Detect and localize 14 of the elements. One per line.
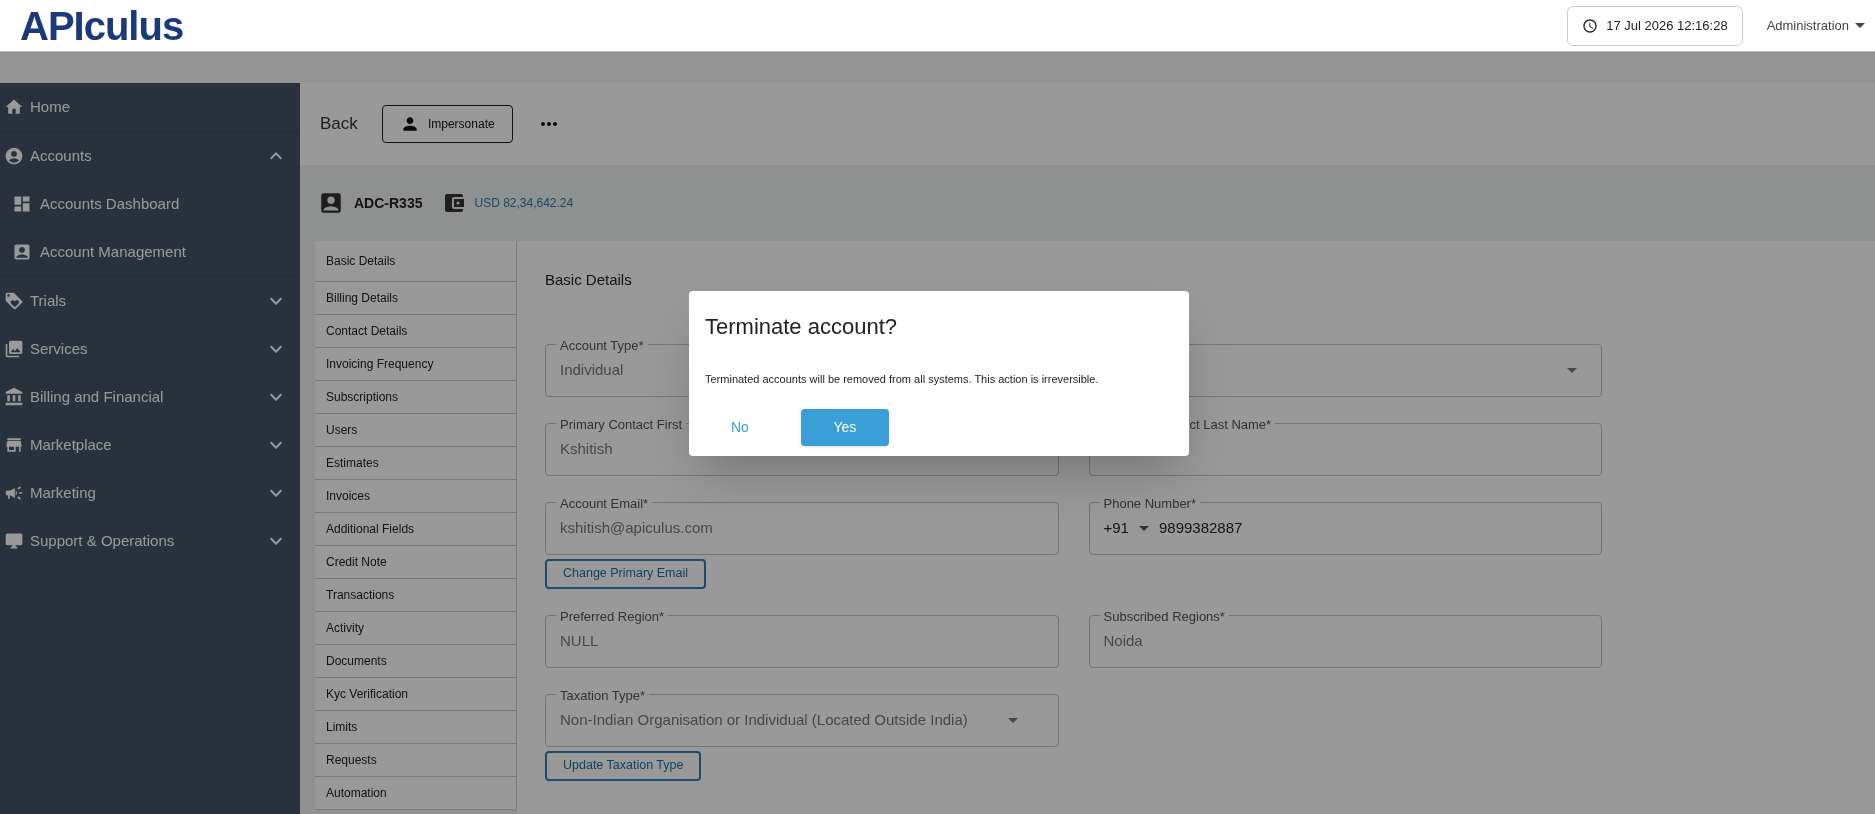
field-value: Individual (560, 359, 624, 380)
account-balance: USD 82,34,642.24 (474, 195, 574, 212)
dialog-message: Terminated accounts will be removed from all systems. This action is irreversible. (705, 371, 1100, 387)
logo: APIculus (20, 5, 184, 46)
field-value: Noida (1103, 630, 1143, 651)
field-value: NULL (560, 630, 599, 651)
field-value: kshitish@apiculus.com (560, 517, 713, 538)
field-value: Kshitish (560, 438, 613, 459)
datetime-text: 17 Jul 2026 12:16:28 (1606, 16, 1728, 35)
field-value: Non-Indian Organisation or Individual (Located Outside India) (560, 709, 968, 730)
section-heading: Basic Details (545, 270, 633, 290)
dialog-title: Terminate account? (705, 313, 898, 341)
account-id: ADC-R335 (354, 193, 423, 213)
field-value: 9899382887 (1158, 517, 1243, 538)
